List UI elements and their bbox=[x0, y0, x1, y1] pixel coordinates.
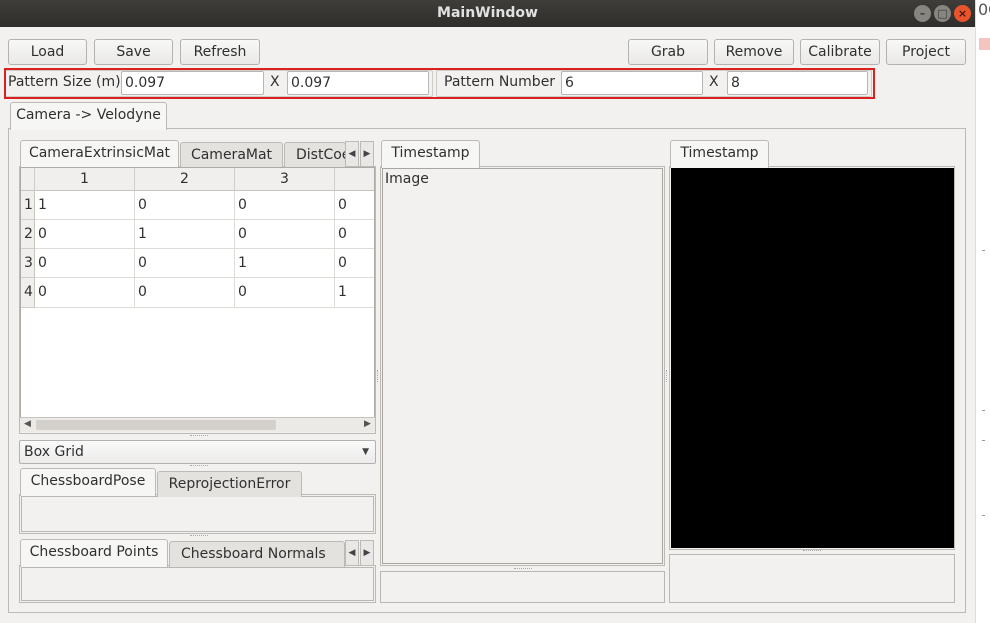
tab-scroll-left-icon[interactable]: ◀ bbox=[345, 540, 359, 566]
splitter-handle[interactable] bbox=[190, 535, 208, 537]
tab-camera-extrinsic-mat[interactable]: CameraExtrinsicMat bbox=[20, 140, 179, 168]
maximize-icon[interactable]: □ bbox=[934, 5, 951, 22]
tab-reprojection-error[interactable]: ReprojectionError bbox=[157, 471, 302, 497]
table-cell[interactable]: 0 bbox=[335, 249, 374, 278]
background-tick bbox=[982, 410, 985, 411]
grab-button[interactable]: Grab bbox=[628, 39, 708, 65]
window-title: MainWindow bbox=[437, 5, 538, 21]
tab-camera-mat[interactable]: CameraMat bbox=[180, 142, 283, 168]
tab-scroll-left-icon[interactable]: ◀ bbox=[345, 141, 359, 167]
column-header[interactable]: 2 bbox=[135, 168, 235, 191]
splitter-handle[interactable] bbox=[190, 435, 208, 437]
background-tick bbox=[982, 250, 985, 251]
highlight-box bbox=[4, 68, 875, 99]
table-cell[interactable]: 0 bbox=[135, 191, 235, 220]
splitter-handle[interactable] bbox=[377, 370, 380, 382]
table-horizontal-scrollbar[interactable]: ◀ ▶ bbox=[20, 417, 375, 432]
close-icon[interactable]: × bbox=[954, 5, 971, 22]
background-window: 0C bbox=[975, 0, 990, 623]
table-cell[interactable]: 0 bbox=[235, 278, 335, 308]
image-info-box bbox=[380, 571, 665, 603]
splitter-handle[interactable] bbox=[514, 568, 532, 570]
chevron-down-icon: ▼ bbox=[362, 447, 369, 457]
extrinsic-matrix-table[interactable]: 1 2 3 1 1 0 0 0 2 0 1 0 0 3 0 0 1 0 4 0 … bbox=[20, 167, 375, 432]
table-cell[interactable]: 1 bbox=[235, 249, 335, 278]
column-header[interactable]: 3 bbox=[235, 168, 335, 191]
splitter-handle[interactable] bbox=[190, 465, 208, 467]
tab-chessboard-points[interactable]: Chessboard Points bbox=[20, 539, 168, 567]
table-cell[interactable]: 1 bbox=[35, 191, 135, 220]
image-label: Image bbox=[385, 171, 429, 187]
row-header[interactable]: 2 bbox=[21, 220, 35, 249]
splitter-handle[interactable] bbox=[803, 550, 821, 552]
calibrate-button[interactable]: Calibrate bbox=[800, 39, 880, 65]
row-header[interactable]: 4 bbox=[21, 278, 35, 308]
tab-dist-coeff[interactable]: DistCoe bbox=[284, 142, 346, 168]
scroll-right-icon[interactable]: ▶ bbox=[364, 419, 371, 429]
pointcloud-view[interactable] bbox=[671, 168, 954, 548]
column-header[interactable]: 1 bbox=[35, 168, 135, 191]
box-grid-combobox[interactable]: Box Grid ▼ bbox=[19, 440, 376, 464]
tab-camera-velodyne[interactable]: Camera -> Velodyne bbox=[10, 102, 167, 130]
scrollbar-thumb[interactable] bbox=[36, 420, 276, 430]
load-button[interactable]: Load bbox=[8, 39, 87, 65]
table-cell[interactable]: 0 bbox=[135, 249, 235, 278]
table-cell[interactable]: 0 bbox=[35, 220, 135, 249]
table-cell[interactable]: 0 bbox=[335, 220, 374, 249]
tab-chessboard-normals[interactable]: Chessboard Normals bbox=[169, 541, 345, 567]
table-cell[interactable]: 0 bbox=[235, 220, 335, 249]
tab-chessboard-pose[interactable]: ChessboardPose bbox=[20, 468, 156, 496]
pointcloud-info-box bbox=[669, 554, 955, 603]
table-cell[interactable]: 1 bbox=[135, 220, 235, 249]
project-button[interactable]: Project bbox=[886, 39, 966, 65]
table-corner bbox=[21, 168, 35, 191]
table-cell[interactable]: 1 bbox=[335, 278, 374, 308]
background-tick bbox=[982, 440, 985, 441]
remove-button[interactable]: Remove bbox=[714, 39, 794, 65]
table-cell[interactable]: 0 bbox=[335, 191, 374, 220]
points-content bbox=[21, 567, 374, 601]
tab-pointcloud-timestamp[interactable]: Timestamp bbox=[670, 140, 769, 168]
combobox-value: Box Grid bbox=[24, 444, 84, 460]
table-cell[interactable]: 0 bbox=[35, 278, 135, 308]
tab-scroll-right-icon[interactable]: ▶ bbox=[360, 141, 374, 167]
pose-content bbox=[21, 496, 374, 532]
minimize-icon[interactable]: – bbox=[914, 5, 931, 22]
table-cell[interactable]: 0 bbox=[35, 249, 135, 278]
title-bar[interactable]: MainWindow – □ × bbox=[0, 0, 975, 27]
tab-scroll-right-icon[interactable]: ▶ bbox=[360, 540, 374, 566]
image-view: Image bbox=[382, 168, 663, 564]
background-tick bbox=[982, 515, 985, 516]
refresh-button[interactable]: Refresh bbox=[180, 39, 260, 65]
scroll-left-icon[interactable]: ◀ bbox=[24, 419, 31, 429]
column-header[interactable] bbox=[335, 168, 374, 191]
background-text: 0C bbox=[978, 0, 990, 19]
table-cell[interactable]: 0 bbox=[135, 278, 235, 308]
background-badge bbox=[979, 38, 990, 50]
splitter-handle[interactable] bbox=[666, 370, 669, 382]
table-cell[interactable]: 0 bbox=[235, 191, 335, 220]
row-header[interactable]: 3 bbox=[21, 249, 35, 278]
save-button[interactable]: Save bbox=[94, 39, 173, 65]
row-header[interactable]: 1 bbox=[21, 191, 35, 220]
main-window: MainWindow – □ × Load Save Refresh Grab … bbox=[0, 0, 975, 623]
tab-image-timestamp[interactable]: Timestamp bbox=[381, 140, 480, 168]
